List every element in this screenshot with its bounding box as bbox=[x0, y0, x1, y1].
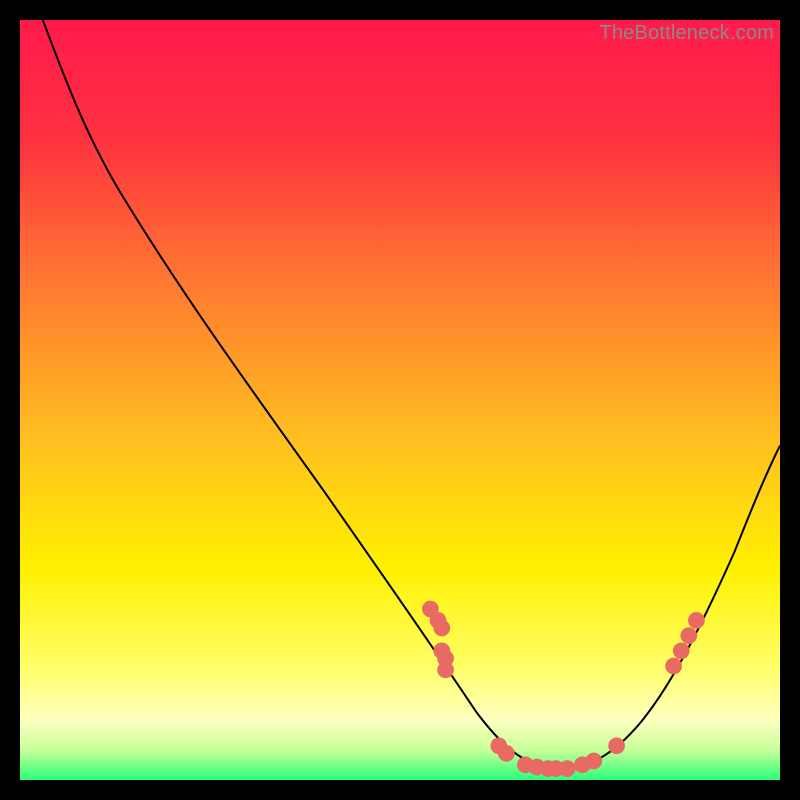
data-point bbox=[665, 658, 682, 675]
data-point bbox=[673, 642, 690, 659]
chart-frame: TheBottleneck.com bbox=[20, 20, 780, 780]
data-point bbox=[608, 737, 625, 754]
data-point bbox=[559, 760, 576, 777]
watermark-text: TheBottleneck.com bbox=[599, 22, 774, 45]
data-point bbox=[688, 612, 705, 629]
data-point bbox=[433, 620, 450, 637]
data-point bbox=[680, 627, 697, 644]
data-point bbox=[498, 745, 515, 762]
chart-plot bbox=[20, 20, 780, 780]
data-point bbox=[437, 661, 454, 678]
data-point bbox=[585, 753, 602, 770]
